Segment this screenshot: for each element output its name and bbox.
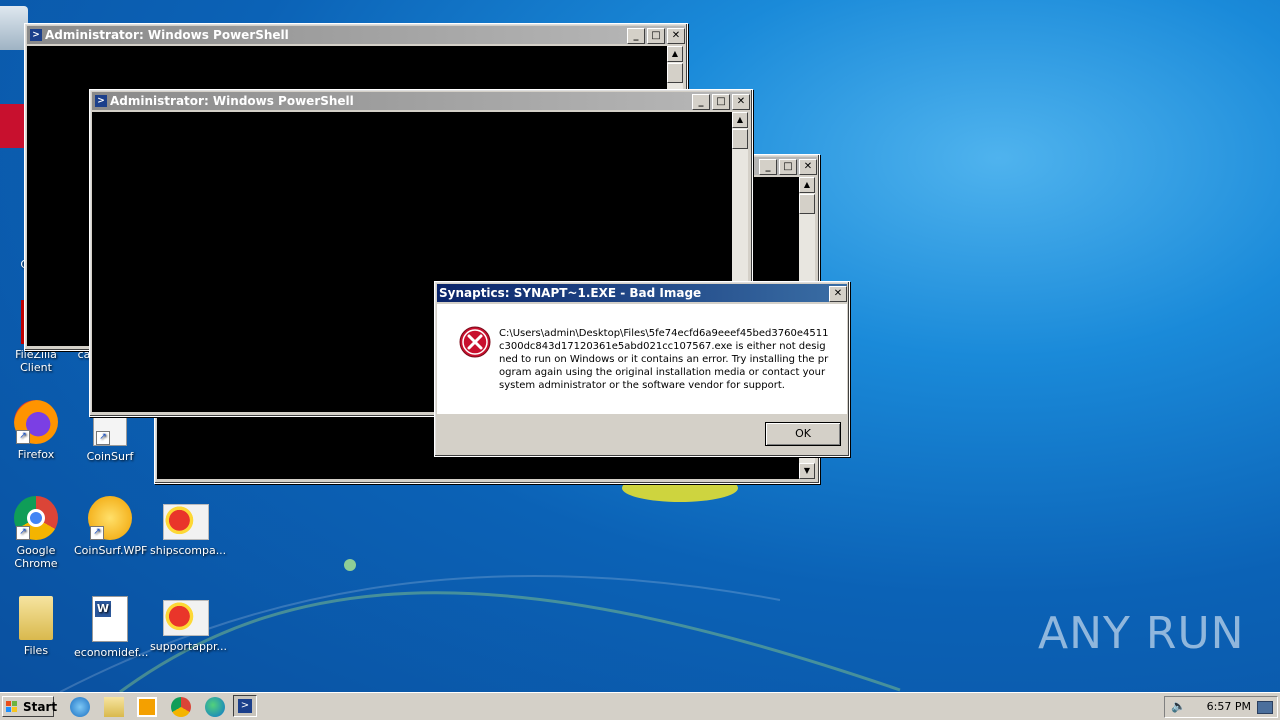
- window-title: Administrator: Windows PowerShell: [110, 94, 354, 108]
- desktop-icon-label: Files: [23, 644, 49, 657]
- scroll-thumb[interactable]: [732, 129, 748, 149]
- dialog-body: C:\Users\admin\Desktop\Files\5fe74ecfd6a…: [437, 304, 847, 414]
- shortcut-arrow-icon: ↗: [96, 431, 110, 445]
- scroll-thumb[interactable]: [799, 194, 815, 214]
- dialog-title: Synaptics: SYNAPT~1.EXE - Bad Image: [439, 286, 702, 300]
- close-button[interactable]: ✕: [799, 159, 817, 175]
- powershell-icon: >: [95, 95, 107, 107]
- start-button[interactable]: Start: [2, 696, 58, 717]
- clock[interactable]: 6:57 PM: [1207, 697, 1251, 717]
- close-button[interactable]: ✕: [732, 94, 750, 110]
- desktop-icon-firefox[interactable]: ↗ Firefox: [0, 400, 72, 461]
- chrome-icon: ↗: [14, 496, 58, 540]
- desktop-icon-label: shipscompa...: [150, 544, 227, 557]
- word-document-icon: W: [92, 596, 128, 642]
- network-icon[interactable]: [1257, 701, 1273, 714]
- maximize-button[interactable]: □: [779, 159, 797, 175]
- edge-icon[interactable]: [205, 697, 225, 717]
- scroll-up-button[interactable]: ▲: [732, 112, 748, 128]
- internet-explorer-icon[interactable]: [70, 697, 90, 717]
- desktop-icon-label: economidef...: [74, 646, 149, 659]
- scroll-thumb[interactable]: [667, 63, 683, 83]
- powershell-icon: >: [30, 29, 42, 41]
- desktop-icon-label: supportappr...: [150, 640, 227, 653]
- desktop-icon-shipscompa[interactable]: shipscompa...: [150, 504, 227, 557]
- desktop-icon-google-chrome[interactable]: ↗ Google Chrome: [0, 496, 72, 570]
- coinsurf-icon: ↗: [88, 496, 132, 540]
- error-icon: [459, 326, 491, 358]
- chrome-icon[interactable]: [171, 697, 191, 717]
- desktop-icon-label: Google Chrome: [14, 544, 58, 570]
- scroll-down-button[interactable]: ▼: [799, 463, 815, 479]
- minimize-button[interactable]: _: [759, 159, 777, 175]
- desktop-icon-label: CoinSurf: [86, 450, 134, 463]
- folder-icon[interactable]: [104, 697, 124, 717]
- desktop-icon-label: FileZilla Client: [15, 348, 57, 374]
- desktop-icon-economidef[interactable]: W economidef...: [74, 596, 149, 659]
- folder-icon: [19, 596, 53, 640]
- speaker-icon[interactable]: 🔈: [1171, 699, 1186, 713]
- dialog-controls: ✕: [829, 286, 847, 302]
- maximize-button[interactable]: □: [647, 28, 665, 44]
- desktop-icon-supportappr[interactable]: supportappr...: [150, 600, 227, 653]
- minimize-button[interactable]: _: [627, 28, 645, 44]
- close-button[interactable]: ✕: [829, 286, 847, 302]
- image-file-icon: [163, 504, 209, 540]
- window-controls: _ □ ✕: [759, 159, 817, 175]
- start-label: Start: [23, 700, 58, 714]
- anyrun-watermark: ANY RUN: [1038, 608, 1245, 659]
- minimize-button[interactable]: _: [692, 94, 710, 110]
- desktop-icon-label: Firefox: [17, 448, 55, 461]
- windows-logo-icon: [6, 701, 18, 713]
- dialog-message: C:\Users\admin\Desktop\Files\5fe74ecfd6a…: [499, 328, 829, 391]
- scroll-up-button[interactable]: ▲: [667, 46, 683, 62]
- powershell-taskbar-icon[interactable]: >: [233, 695, 257, 717]
- window-titlebar[interactable]: > Administrator: Windows PowerShell: [92, 92, 750, 110]
- bad-image-dialog[interactable]: Synaptics: SYNAPT~1.EXE - Bad Image ✕ C:…: [434, 281, 850, 457]
- window-title: Administrator: Windows PowerShell: [45, 28, 289, 42]
- window-controls: _ □ ✕: [692, 94, 750, 110]
- dialog-titlebar[interactable]: Synaptics: SYNAPT~1.EXE - Bad Image: [437, 284, 847, 302]
- taskbar: Start > 🔈 6:57 PM: [0, 692, 1280, 720]
- desktop-icon-coinsurf-wpf[interactable]: ↗ CoinSurf.WPF: [74, 496, 148, 557]
- shortcut-arrow-icon: ↗: [16, 526, 30, 540]
- system-tray: 🔈 6:57 PM: [1164, 696, 1278, 718]
- desktop-icon-files[interactable]: Files: [0, 596, 72, 657]
- scroll-up-button[interactable]: ▲: [799, 177, 815, 193]
- shortcut-arrow-icon: ↗: [90, 526, 104, 540]
- window-titlebar[interactable]: > Administrator: Windows PowerShell: [27, 26, 685, 44]
- firefox-icon: ↗: [14, 400, 58, 444]
- shortcut-arrow-icon: ↗: [16, 430, 30, 444]
- close-button[interactable]: ✕: [667, 28, 685, 44]
- maximize-button[interactable]: □: [712, 94, 730, 110]
- window-controls: _ □ ✕: [627, 28, 685, 44]
- image-file-icon: [163, 600, 209, 636]
- desktop-icon-label: CoinSurf.WPF: [74, 544, 148, 557]
- ok-button[interactable]: OK: [765, 422, 841, 446]
- media-player-icon[interactable]: [137, 697, 157, 717]
